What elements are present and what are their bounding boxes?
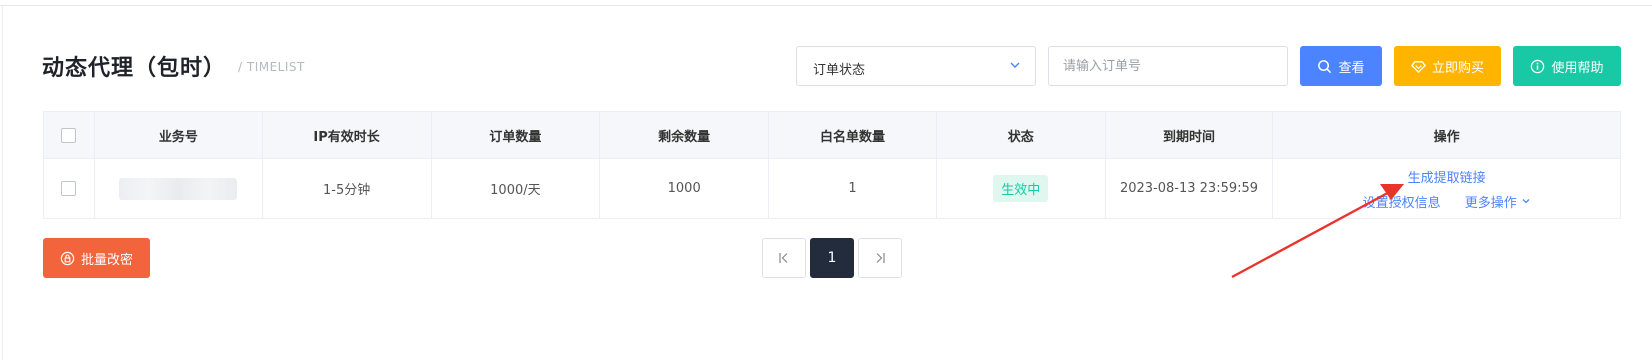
header-ip-duration: IP有效时长 <box>263 112 432 158</box>
biz-no-cell <box>95 159 263 218</box>
order-status-value: 订单状态 <box>813 63 866 78</box>
last-page-icon <box>876 253 885 263</box>
top-divider <box>0 0 1652 6</box>
order-qty-cell: 1000/天 <box>432 159 601 218</box>
order-number-field[interactable] <box>1048 46 1288 86</box>
generate-link-action[interactable]: 生成提取链接 <box>1408 167 1486 186</box>
order-number-input[interactable] <box>1049 47 1287 85</box>
batch-change-password-label: 批量改密 <box>80 252 133 268</box>
lock-icon <box>60 251 75 265</box>
redacted-biz-no <box>119 177 238 200</box>
order-table: 业务号 IP有效时长 订单数量 剩余数量 白名单数量 状态 到期时间 操作 1-… <box>43 111 1621 219</box>
set-auth-action[interactable]: 设置授权信息 <box>1363 192 1441 211</box>
more-actions-dropdown[interactable]: 更多操作 <box>1465 192 1531 211</box>
row-select-cell <box>44 159 95 218</box>
actions-secondary-row: 设置授权信息 更多操作 <box>1363 192 1531 211</box>
search-button-label: 查看 <box>1338 60 1365 76</box>
header-expire: 到期时间 <box>1106 112 1274 158</box>
info-icon <box>1531 59 1545 73</box>
whitelist-cell: 1 <box>769 159 937 218</box>
header-status: 状态 <box>937 112 1106 158</box>
header-whitelist: 白名单数量 <box>769 112 937 158</box>
chevron-down-icon <box>1522 199 1530 204</box>
page-subtitle: / TIMELIST <box>238 60 305 74</box>
order-status-select[interactable]: 订单状态 <box>796 46 1036 86</box>
search-button[interactable]: 查看 <box>1300 46 1382 86</box>
page-title: 动态代理（包时） <box>42 56 227 81</box>
more-actions-label: 更多操作 <box>1464 195 1517 211</box>
help-button[interactable]: 使用帮助 <box>1513 46 1621 86</box>
diamond-icon <box>1411 60 1426 73</box>
help-button-label: 使用帮助 <box>1551 60 1604 76</box>
status-cell: 生效中 <box>937 159 1106 218</box>
row-checkbox[interactable] <box>61 181 77 196</box>
first-page-icon <box>779 253 788 263</box>
left-divider <box>0 6 3 360</box>
table-row: 1-5分钟 1000/天 1000 1 生效中 2023-08-13 23:59… <box>44 159 1620 218</box>
header-select-all-cell <box>44 112 95 158</box>
header-biz-no: 业务号 <box>95 112 263 158</box>
search-icon <box>1318 59 1332 73</box>
table-header-row: 业务号 IP有效时长 订单数量 剩余数量 白名单数量 状态 到期时间 操作 <box>44 112 1620 159</box>
batch-change-password-button[interactable]: 批量改密 <box>43 238 150 278</box>
expire-cell: 2023-08-13 23:59:59 <box>1106 159 1274 218</box>
select-all-checkbox[interactable] <box>61 127 77 143</box>
header-order-qty: 订单数量 <box>432 112 601 158</box>
status-badge: 生效中 <box>993 175 1049 202</box>
page-button-current[interactable]: 1 <box>810 238 854 278</box>
ip-duration-cell: 1-5分钟 <box>263 159 432 218</box>
buy-now-button[interactable]: 立即购买 <box>1394 46 1501 86</box>
first-page-button[interactable] <box>762 238 806 278</box>
buy-now-button-label: 立即购买 <box>1431 60 1484 76</box>
header-remaining: 剩余数量 <box>600 112 770 158</box>
last-page-button[interactable] <box>858 238 902 278</box>
remaining-cell: 1000 <box>600 159 770 218</box>
actions-cell: 生成提取链接 设置授权信息 更多操作 <box>1273 159 1620 218</box>
header-actions: 操作 <box>1433 129 1460 145</box>
chevron-down-icon <box>1010 62 1020 68</box>
